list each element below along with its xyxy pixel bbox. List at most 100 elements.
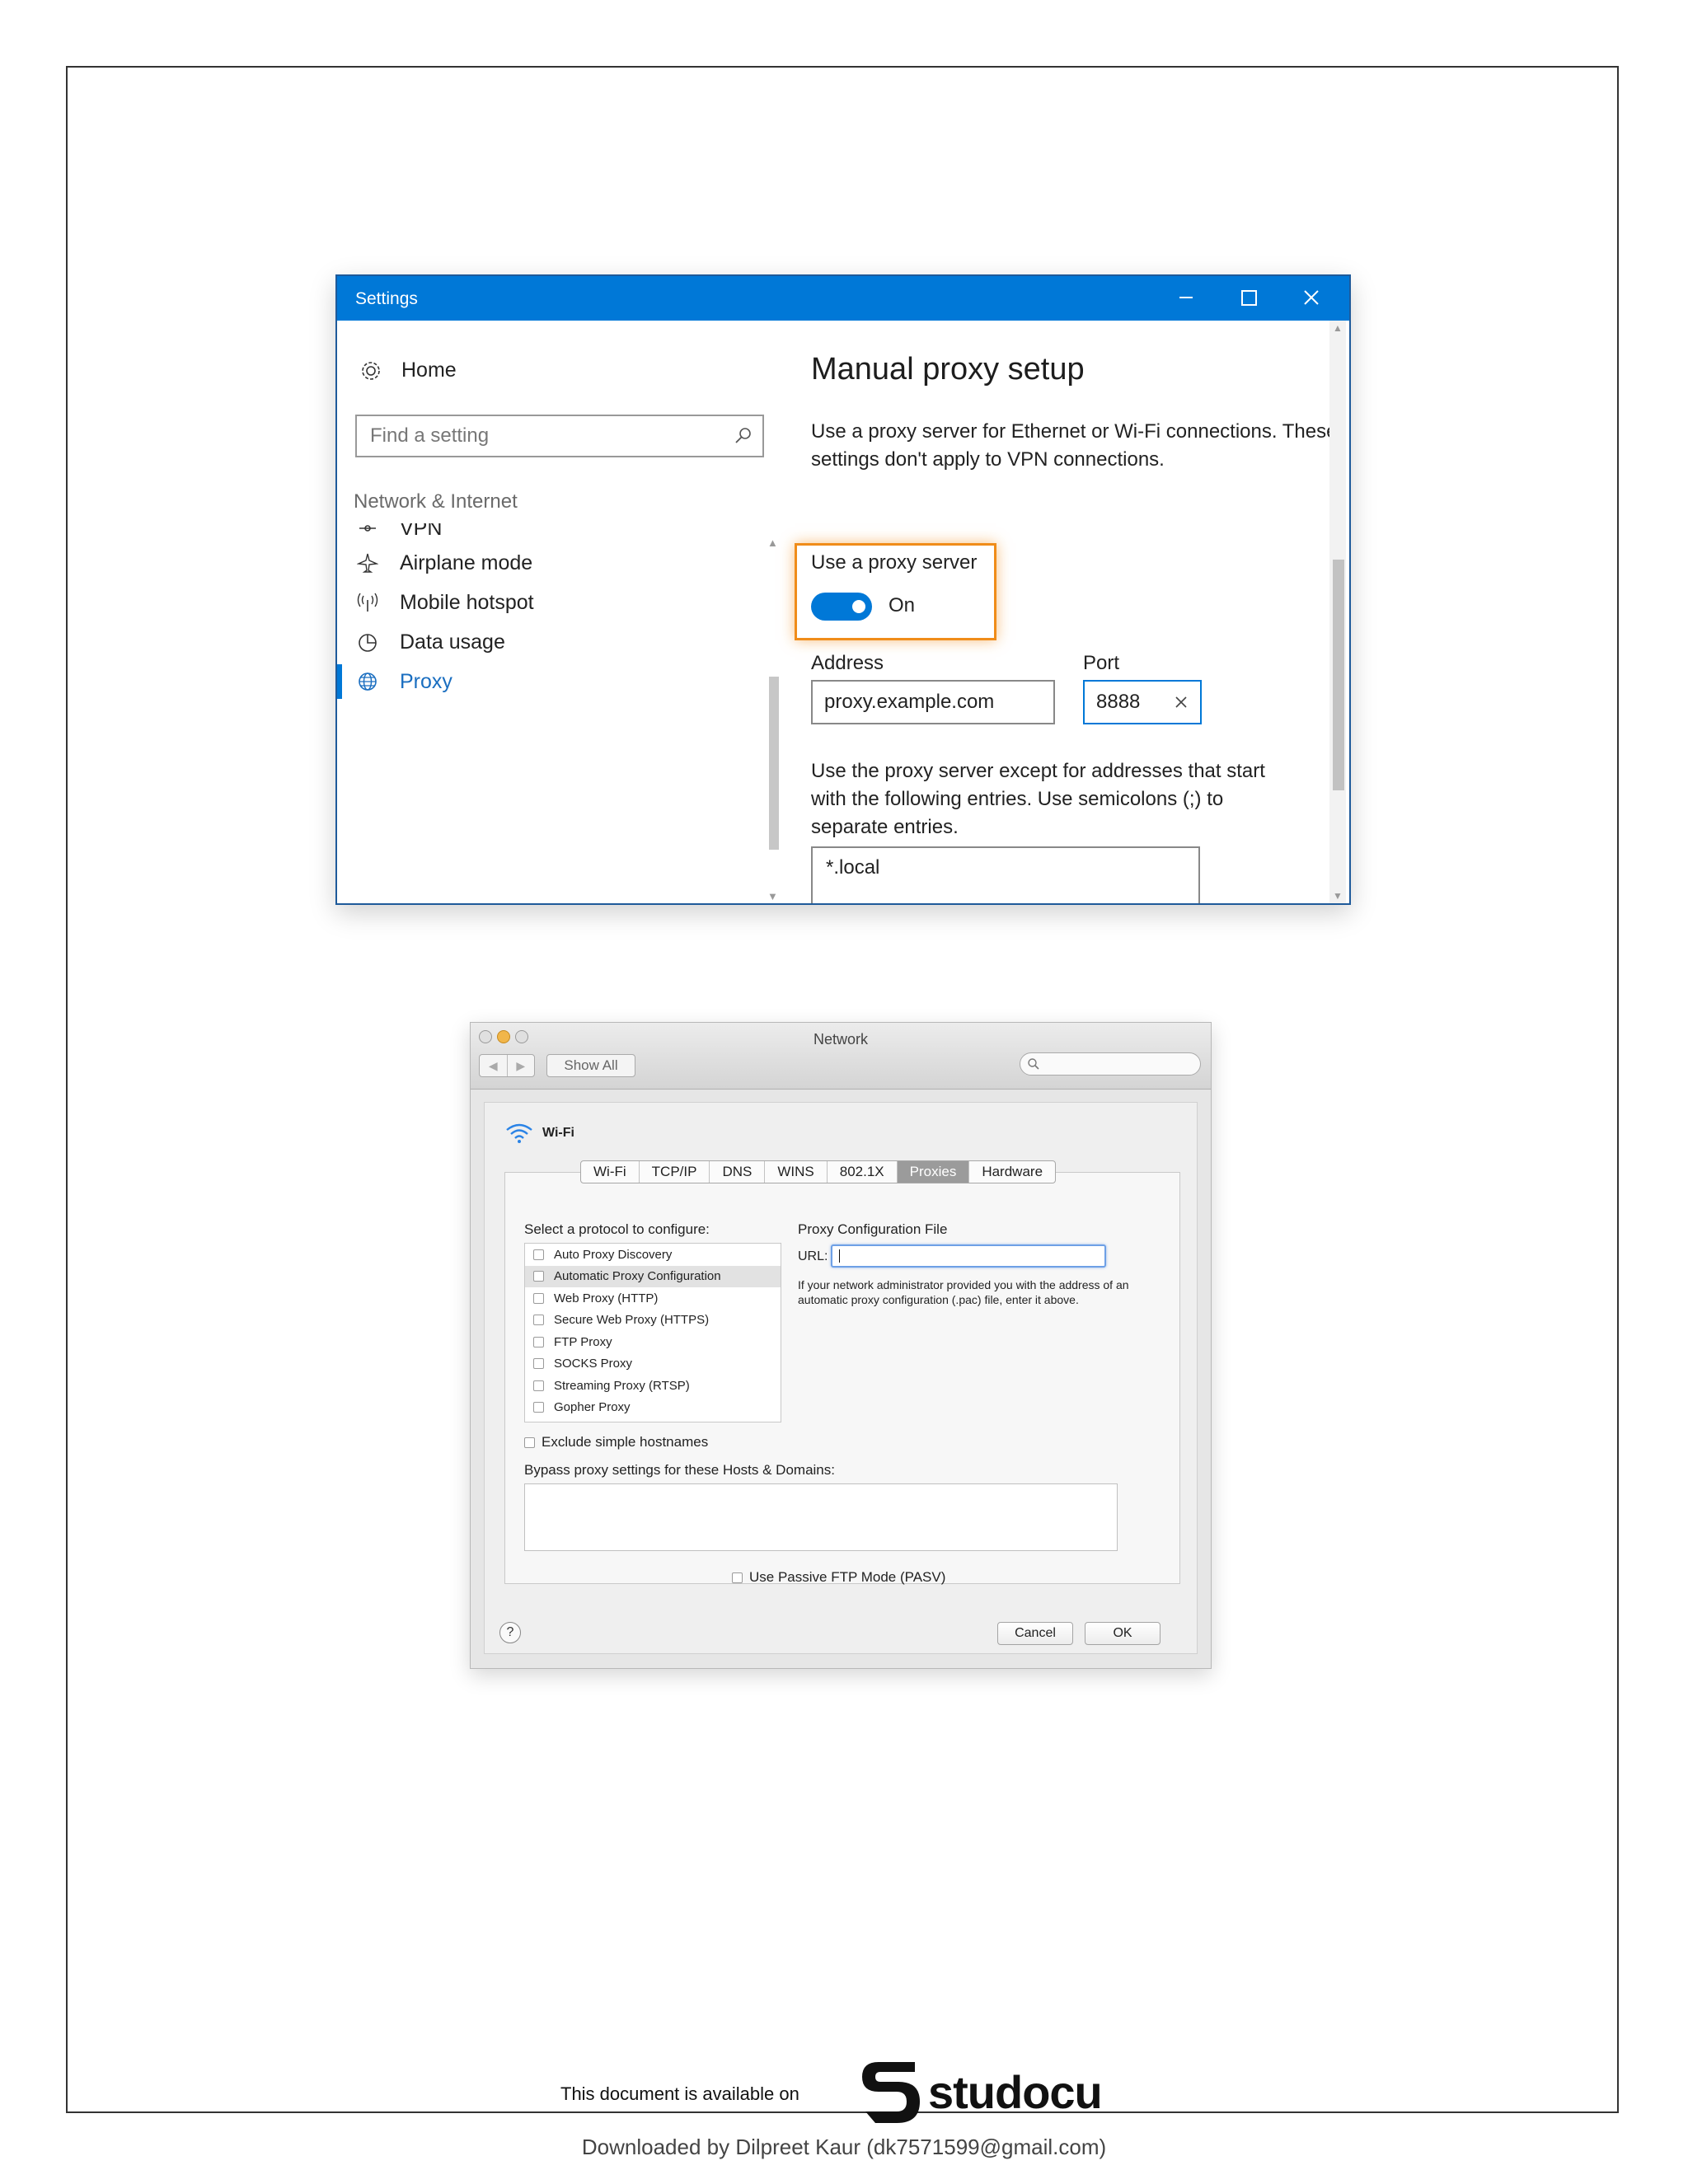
show-all-button[interactable]: Show All bbox=[546, 1054, 635, 1077]
nav-item-data-usage[interactable]: Data usage bbox=[357, 626, 505, 658]
clear-icon[interactable] bbox=[1170, 691, 1192, 713]
studocu-logo[interactable]: studocu bbox=[857, 2057, 1103, 2126]
protocol-label-text: Streaming Proxy (RTSP) bbox=[554, 1378, 690, 1393]
protocol-label-text: FTP Proxy bbox=[554, 1334, 612, 1349]
protocol-checkbox[interactable] bbox=[533, 1271, 544, 1282]
nav-scrollbar[interactable]: ▲ ▼ bbox=[766, 537, 781, 902]
exceptions-field: *.local bbox=[811, 846, 1200, 903]
scroll-up-icon[interactable]: ▲ bbox=[767, 537, 778, 549]
toggle-state-label: On bbox=[889, 594, 916, 616]
maximize-icon bbox=[1240, 289, 1257, 306]
nav-group-label: Network & Internet bbox=[354, 490, 518, 513]
gear-icon bbox=[362, 361, 380, 380]
globe-icon bbox=[359, 673, 377, 691]
network-window: Network ◀ ▶ Show All Wi-Fi Wi-Fi TCP/IP … bbox=[470, 1022, 1212, 1669]
protocol-streaming-proxy[interactable]: Streaming Proxy (RTSP) bbox=[525, 1375, 781, 1397]
studocu-logo-text: studocu bbox=[928, 2065, 1103, 2118]
maximize-button[interactable] bbox=[1224, 281, 1273, 314]
exclude-label: Exclude simple hostnames bbox=[542, 1434, 709, 1450]
ok-button[interactable]: OK bbox=[1085, 1622, 1160, 1645]
main-scrollbar-thumb[interactable] bbox=[1333, 560, 1344, 790]
bypass-label: Bypass proxy settings for these Hosts & … bbox=[524, 1462, 835, 1478]
active-indicator bbox=[337, 664, 342, 699]
close-button[interactable] bbox=[1287, 281, 1336, 314]
exceptions-input[interactable]: *.local bbox=[826, 856, 1189, 903]
bypass-input[interactable] bbox=[525, 1484, 1120, 1554]
pasv-label: Use Passive FTP Mode (PASV) bbox=[749, 1569, 946, 1585]
protocol-checkbox[interactable] bbox=[533, 1402, 544, 1413]
protocol-checkbox[interactable] bbox=[533, 1358, 544, 1370]
nav-home[interactable]: Home bbox=[360, 359, 457, 382]
minimize-icon bbox=[1179, 297, 1193, 298]
protocol-checkbox[interactable] bbox=[533, 1292, 544, 1304]
back-arrow-icon[interactable]: ◀ bbox=[480, 1055, 508, 1076]
tab-dns[interactable]: DNS bbox=[710, 1161, 766, 1183]
protocol-checkbox[interactable] bbox=[533, 1380, 544, 1391]
exclude-checkbox[interactable] bbox=[524, 1436, 535, 1448]
pasv-checkbox[interactable] bbox=[732, 1572, 743, 1583]
protocol-ftp-proxy[interactable]: FTP Proxy bbox=[525, 1331, 781, 1353]
network-sheet: Wi-Fi Wi-Fi TCP/IP DNS WINS 802.1X Proxi… bbox=[484, 1102, 1198, 1654]
protocol-web-proxy[interactable]: Web Proxy (HTTP) bbox=[525, 1287, 781, 1310]
url-field bbox=[831, 1244, 1106, 1268]
address-label: Address bbox=[811, 652, 884, 674]
port-input[interactable] bbox=[1095, 682, 1164, 723]
mac-toolbar: Network ◀ ▶ Show All bbox=[471, 1023, 1211, 1090]
nav-item-airplane-mode[interactable]: Airplane mode bbox=[357, 546, 532, 579]
nav-home-label: Home bbox=[401, 359, 457, 382]
exceptions-description: Use the proxy server except for addresse… bbox=[811, 760, 1265, 838]
tab-wifi[interactable]: Wi-Fi bbox=[581, 1161, 640, 1183]
nav-item-label: Mobile hotspot bbox=[400, 590, 534, 614]
exclude-simple-hostnames[interactable]: Exclude simple hostnames bbox=[524, 1434, 708, 1451]
forward-arrow-icon[interactable]: ▶ bbox=[508, 1055, 535, 1076]
pcf-note: If your network administrator provided y… bbox=[798, 1278, 1129, 1306]
protocol-automatic-proxy-configuration[interactable]: Automatic Proxy Configuration bbox=[525, 1265, 781, 1287]
text-caret bbox=[839, 1249, 840, 1263]
protocol-gopher-proxy[interactable]: Gopher Proxy bbox=[525, 1397, 781, 1419]
port-label: Port bbox=[1083, 652, 1120, 674]
tab-tcpip[interactable]: TCP/IP bbox=[640, 1161, 710, 1183]
protocol-auto-proxy-discovery[interactable]: Auto Proxy Discovery bbox=[525, 1244, 781, 1266]
protocol-label: Select a protocol to configure: bbox=[524, 1221, 710, 1237]
settings-window: Settings Home Network & Internet VPN bbox=[335, 274, 1351, 905]
download-note: Downloaded by Dilpreet Kaur (dk7571599@g… bbox=[581, 2135, 1107, 2159]
protocol-secure-web-proxy[interactable]: Secure Web Proxy (HTTPS) bbox=[525, 1310, 781, 1332]
use-proxy-label: Use a proxy server bbox=[811, 551, 978, 574]
protocol-checkbox[interactable] bbox=[533, 1249, 544, 1260]
protocol-label-text: Gopher Proxy bbox=[554, 1400, 631, 1415]
scroll-down-icon[interactable]: ▼ bbox=[767, 890, 778, 902]
minimize-button[interactable] bbox=[1161, 281, 1211, 314]
tab-8021x[interactable]: 802.1X bbox=[828, 1161, 898, 1183]
search-field[interactable] bbox=[1020, 1052, 1201, 1076]
address-input[interactable] bbox=[823, 682, 1048, 723]
pcf-label: Proxy Configuration File bbox=[798, 1221, 948, 1237]
search-icon[interactable] bbox=[733, 425, 754, 447]
search-input[interactable] bbox=[368, 416, 718, 456]
tab-proxies[interactable]: Proxies bbox=[897, 1161, 970, 1183]
tab-hardware[interactable]: Hardware bbox=[969, 1161, 1055, 1183]
protocol-label-text: Automatic Proxy Configuration bbox=[554, 1269, 721, 1284]
protocol-list: Auto Proxy Discovery Automatic Proxy Con… bbox=[524, 1243, 781, 1422]
bypass-field bbox=[524, 1483, 1120, 1554]
protocol-checkbox[interactable] bbox=[533, 1315, 544, 1326]
close-icon bbox=[1304, 290, 1319, 305]
protocol-checkbox[interactable] bbox=[533, 1336, 544, 1347]
url-input[interactable] bbox=[837, 1246, 1096, 1266]
scroll-up-icon[interactable]: ▲ bbox=[1333, 322, 1343, 334]
protocol-socks-proxy[interactable]: SOCKS Proxy bbox=[525, 1353, 781, 1376]
nav-item-proxy[interactable]: Proxy bbox=[357, 665, 452, 698]
nav-item-mobile-hotspot[interactable]: Mobile hotspot bbox=[357, 586, 534, 619]
scroll-down-icon[interactable]: ▼ bbox=[1333, 890, 1343, 902]
tab-wins[interactable]: WINS bbox=[765, 1161, 828, 1183]
passive-ftp-option[interactable]: Use Passive FTP Mode (PASV) bbox=[732, 1569, 945, 1586]
nav-item-vpn[interactable]: VPN bbox=[357, 523, 442, 545]
cancel-button[interactable]: Cancel bbox=[997, 1622, 1073, 1645]
main-scrollbar[interactable]: ▲ ▼ bbox=[1329, 321, 1346, 903]
use-proxy-toggle[interactable] bbox=[811, 593, 872, 621]
protocol-label-text: SOCKS Proxy bbox=[554, 1357, 633, 1371]
nav-scrollbar-thumb[interactable] bbox=[769, 677, 779, 850]
vpn-icon bbox=[359, 525, 376, 532]
nav-item-label: Proxy bbox=[400, 669, 452, 693]
help-button[interactable]: ? bbox=[499, 1622, 521, 1643]
nav-item-label: VPN bbox=[400, 523, 443, 540]
